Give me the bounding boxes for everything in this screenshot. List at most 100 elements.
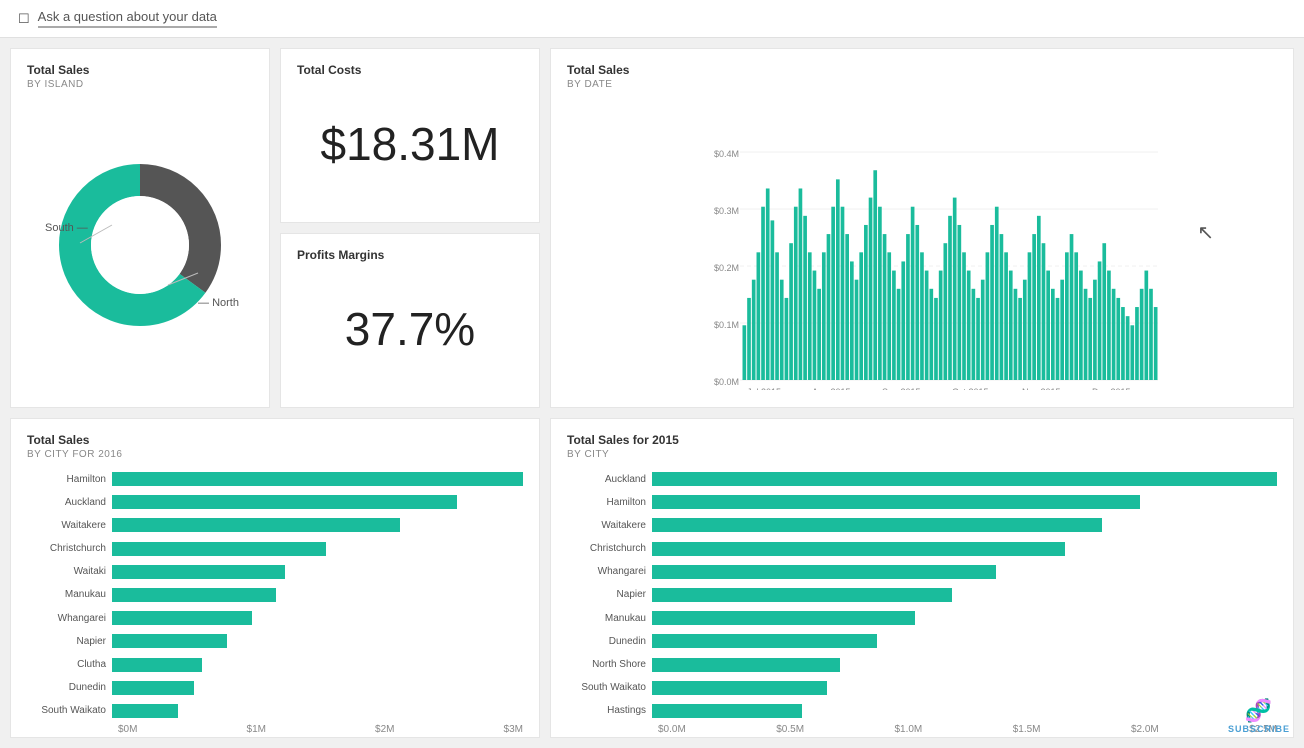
card-title-date: Total Sales: [567, 63, 1277, 77]
list-item: Napier: [27, 632, 523, 650]
date-chart-area: $0.0M $0.1M $0.2M $0.3M $0.4M Jul 2015 A…: [567, 100, 1277, 390]
bar-label: Napier: [27, 636, 112, 647]
list-item: Whangarei: [567, 563, 1277, 581]
profit-margins-value: 37.7%: [297, 264, 523, 393]
x-axis-2015: $0.0M $0.5M $1.0M $1.5M $2.0M $2.5M: [567, 724, 1277, 735]
donut-label-north: — North: [198, 297, 239, 309]
list-item: Napier: [567, 586, 1277, 604]
bar-label: Hastings: [567, 705, 652, 716]
bar-track: [652, 518, 1277, 532]
list-item: Waitakere: [567, 516, 1277, 534]
bar-label: Christchurch: [567, 543, 652, 554]
bar-track: [112, 681, 523, 695]
bar-fill: [112, 588, 276, 602]
card-subtitle-2016: BY CITY FOR 2016: [27, 449, 523, 460]
list-item: Manukau: [567, 609, 1277, 627]
bar-label: South Waikato: [567, 682, 652, 693]
bar-track: [652, 611, 1277, 625]
bar-track: [652, 565, 1277, 579]
bar-track: [112, 704, 523, 718]
bar-fill: [652, 565, 996, 579]
list-item: North Shore: [567, 656, 1277, 674]
bar-label: Clutha: [27, 659, 112, 670]
card-subtitle-island: BY ISLAND: [27, 79, 253, 90]
bar-track: [112, 518, 523, 532]
svg-text:Nov 2015: Nov 2015: [1022, 387, 1061, 390]
bar-fill: [652, 704, 802, 718]
bar-label: Whangarei: [27, 613, 112, 624]
bar-label: Whangarei: [567, 566, 652, 577]
bar-fill: [112, 565, 285, 579]
list-item: Hamilton: [27, 470, 523, 488]
bar-fill: [652, 588, 952, 602]
card-subtitle-date: BY DATE: [567, 79, 1277, 90]
card-title-2016: Total Sales: [27, 433, 523, 447]
bar-fill: [112, 704, 178, 718]
list-item: Waitakere: [27, 516, 523, 534]
svg-text:Oct 2015: Oct 2015: [952, 387, 989, 390]
donut-label-south: South —: [45, 222, 88, 234]
list-item: Hastings: [567, 702, 1277, 720]
bar-track: [112, 588, 523, 602]
card-title-costs: Total Costs: [297, 63, 523, 77]
bar-fill: [112, 634, 227, 648]
svg-text:$0.4M: $0.4M: [714, 149, 739, 159]
question-icon: ☐: [18, 11, 30, 27]
list-item: Clutha: [27, 656, 523, 674]
bar-track: [652, 704, 1277, 718]
bar-fill: [652, 472, 1277, 486]
ask-question-label[interactable]: Ask a question about your data: [38, 9, 217, 28]
col2-cards: Total Costs $18.31M Profits Margins 37.7…: [280, 48, 540, 408]
bar-label: Dunedin: [567, 636, 652, 647]
svg-text:$0.2M: $0.2M: [714, 263, 739, 273]
bar-track: [652, 542, 1277, 556]
bar-track: [112, 495, 523, 509]
bar-fill: [112, 518, 400, 532]
list-item: Auckland: [27, 493, 523, 511]
card-total-costs: Total Costs $18.31M: [280, 48, 540, 223]
bar-track: [652, 588, 1277, 602]
bar-fill: [652, 658, 840, 672]
bar-fill: [112, 472, 523, 486]
card-total-sales-island: Total Sales BY ISLAND South — — North: [10, 48, 270, 408]
list-item: Dunedin: [27, 679, 523, 697]
svg-text:Dec 2015: Dec 2015: [1092, 387, 1131, 390]
card-sales-city-2016: Total Sales BY CITY FOR 2016 Hamilton Auc…: [10, 418, 540, 738]
list-item: Auckland: [567, 470, 1277, 488]
x-axis-2016: $0M $1M $2M $3M: [27, 724, 523, 735]
svg-text:Sep 2015: Sep 2015: [882, 387, 921, 390]
svg-text:$0.1M: $0.1M: [714, 320, 739, 330]
bar-fill: [112, 658, 202, 672]
list-item: Dunedin: [567, 632, 1277, 650]
bar-label: Waitakere: [27, 520, 112, 531]
top-bar: ☐ Ask a question about your data: [0, 0, 1304, 38]
bar-fill: [112, 495, 457, 509]
bar-label: Auckland: [27, 497, 112, 508]
bar-label: Waitaki: [27, 566, 112, 577]
dashboard: Total Sales BY ISLAND South — — North To…: [0, 38, 1304, 748]
card-title-profit: Profits Margins: [297, 248, 523, 262]
list-item: Whangarei: [27, 609, 523, 627]
bar-label: Dunedin: [27, 682, 112, 693]
bar-track: [112, 634, 523, 648]
bar-fill: [652, 518, 1102, 532]
bar-label: Hamilton: [567, 497, 652, 508]
bar-track: [112, 542, 523, 556]
bar-fill: [652, 542, 1065, 556]
list-item: Manukau: [27, 586, 523, 604]
bar-chart-2015: Auckland Hamilton Waitakere Christchurch Wha…: [567, 470, 1277, 720]
bar-label: Christchurch: [27, 543, 112, 554]
donut-chart-wrap: South — — North: [27, 100, 253, 390]
bar-label: Manukau: [567, 613, 652, 624]
bar-fill: [112, 611, 252, 625]
bar-label: North Shore: [567, 659, 652, 670]
bar-label: Napier: [567, 589, 652, 600]
list-item: Christchurch: [27, 540, 523, 558]
bar-track: [652, 681, 1277, 695]
card-title-2015: Total Sales for 2015: [567, 433, 1277, 447]
card-subtitle-2015: BY CITY: [567, 449, 1277, 460]
bar-fill: [652, 634, 877, 648]
svg-text:$0.3M: $0.3M: [714, 206, 739, 216]
svg-text:$0.0M: $0.0M: [714, 377, 739, 387]
subscribe-badge[interactable]: 🧬 SUBSCRIBE: [1228, 698, 1290, 734]
